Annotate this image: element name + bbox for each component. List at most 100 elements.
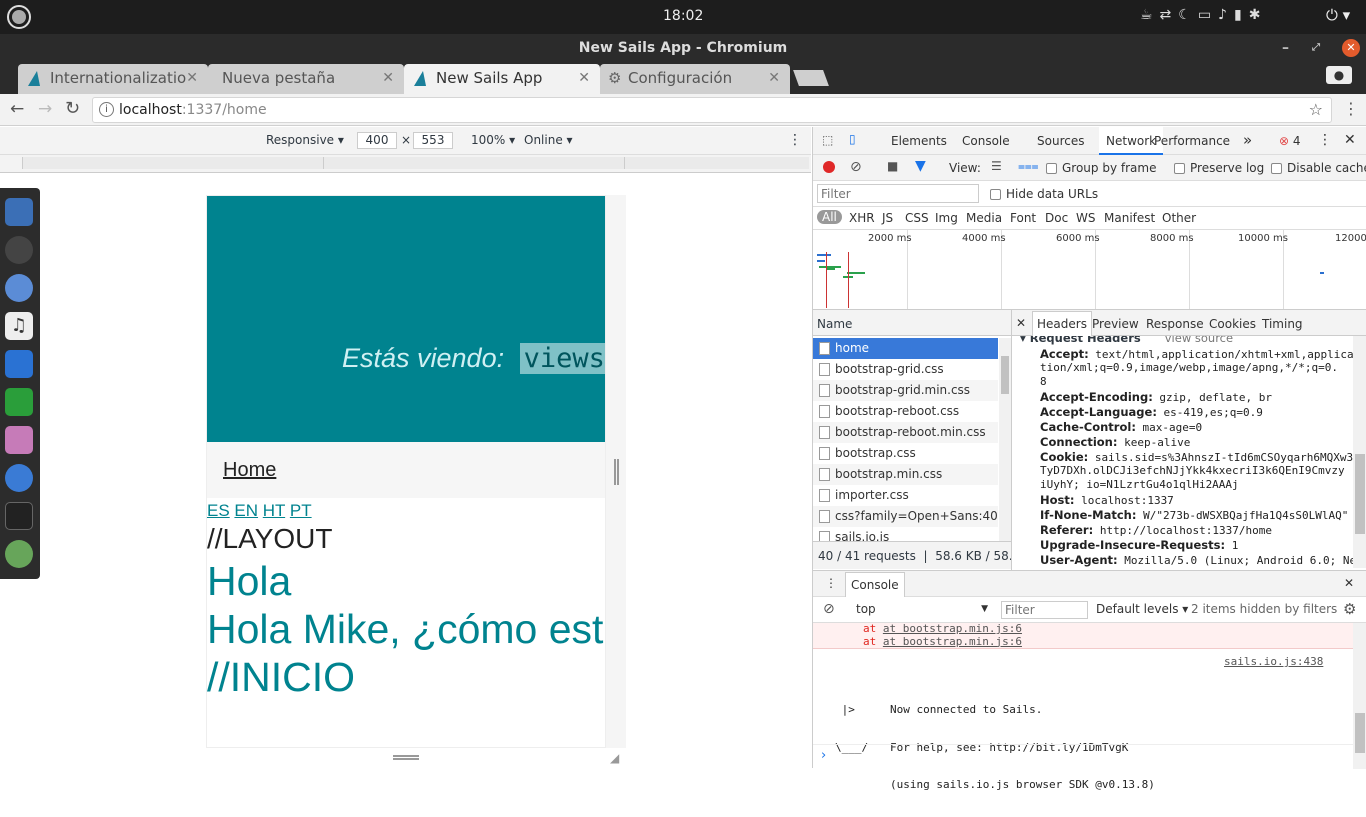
resize-handle-right[interactable]: [614, 459, 619, 485]
device-toggle-icon[interactable]: ▯: [849, 132, 856, 146]
request-row[interactable]: bootstrap-grid.min.css: [813, 380, 998, 401]
tab-timing[interactable]: Timing: [1262, 317, 1303, 331]
tab-console-drawer[interactable]: Console: [845, 572, 905, 597]
close-detail-icon[interactable]: ✕: [1016, 316, 1026, 330]
tab-performance[interactable]: Performance: [1154, 134, 1230, 148]
close-tab-icon[interactable]: ✕: [382, 64, 394, 92]
calc-app-icon[interactable]: [5, 388, 33, 416]
devtools-menu-icon[interactable]: ⋮: [1318, 132, 1332, 148]
tab-configuracion[interactable]: ⚙ Configuración ✕: [600, 64, 790, 94]
type-other[interactable]: Other: [1162, 211, 1196, 225]
drawer-menu-icon[interactable]: ⋮: [825, 576, 837, 590]
minimize-button[interactable]: –: [1282, 34, 1289, 62]
console-filter-input[interactable]: [1001, 601, 1088, 619]
width-input[interactable]: 400: [357, 132, 397, 149]
menu-icon[interactable]: ⋮: [1343, 99, 1359, 118]
type-xhr[interactable]: XHR: [849, 211, 875, 225]
request-row[interactable]: bootstrap-grid.css: [813, 359, 998, 380]
files-app-icon[interactable]: [5, 426, 33, 454]
chromium-app-icon[interactable]: [5, 464, 33, 492]
nav-home-link[interactable]: Home: [223, 459, 276, 482]
writer-app-icon[interactable]: [5, 350, 33, 378]
request-headers-title[interactable]: ▾ Request Headers view source: [1020, 336, 1233, 345]
network-filter-input[interactable]: [817, 184, 979, 203]
waterfall-icon[interactable]: ⩶: [1018, 159, 1039, 174]
media-query-bar[interactable]: [0, 155, 811, 173]
atom-app-icon[interactable]: [5, 540, 33, 568]
tab-new-sails-app[interactable]: New Sails App ✕: [404, 64, 600, 94]
request-row[interactable]: bootstrap-reboot.min.css: [813, 422, 998, 443]
tab-internationalization[interactable]: Internationalizatio ✕: [18, 64, 208, 94]
music-app-icon[interactable]: ♫: [5, 312, 33, 340]
request-row[interactable]: importer.css: [813, 485, 998, 506]
more-options-icon[interactable]: ⋮: [788, 132, 802, 148]
view-source-link[interactable]: view source: [1165, 336, 1233, 345]
resize-handle-corner[interactable]: ◢: [610, 751, 619, 765]
clock[interactable]: 18:02: [663, 8, 703, 24]
console-prompt[interactable]: ›: [813, 744, 1353, 769]
maximize-button[interactable]: ⤢: [1312, 34, 1320, 62]
stack-line[interactable]: at at bootstrap.min.js:6: [863, 635, 1353, 649]
profile-icon[interactable]: ●: [1326, 66, 1352, 84]
disable-cache-checkbox[interactable]: Disable cache: [1271, 161, 1366, 175]
lang-en-link[interactable]: EN: [234, 501, 258, 520]
request-row[interactable]: css?family=Open+Sans:400it...: [813, 506, 998, 527]
hide-data-urls-checkbox[interactable]: Hide data URLs: [990, 187, 1098, 201]
tab-preview[interactable]: Preview: [1092, 317, 1139, 331]
activities-icon[interactable]: [7, 5, 31, 29]
more-tabs-icon[interactable]: »: [1243, 131, 1252, 149]
request-row[interactable]: sails.io.js: [813, 527, 998, 541]
close-tab-icon[interactable]: ✕: [578, 64, 590, 92]
soccer-app-icon[interactable]: [5, 236, 33, 264]
inspect-icon[interactable]: ⬚: [822, 133, 833, 147]
zoom-select[interactable]: 100% ▾: [471, 133, 515, 147]
request-row[interactable]: home: [813, 338, 998, 359]
name-column-header[interactable]: Name: [813, 310, 1011, 336]
type-all[interactable]: All: [817, 210, 842, 224]
tab-nueva-pestana[interactable]: Nueva pestaña ✕: [208, 64, 404, 94]
tab-response[interactable]: Response: [1146, 317, 1204, 331]
close-tab-icon[interactable]: ✕: [186, 64, 198, 92]
forward-icon[interactable]: →: [38, 99, 52, 119]
large-rows-icon[interactable]: ☰: [991, 159, 1002, 173]
close-drawer-icon[interactable]: ✕: [1344, 576, 1354, 590]
filter-icon[interactable]: ▼: [915, 158, 926, 174]
preserve-log-checkbox[interactable]: Preserve log: [1174, 161, 1264, 175]
console-settings-icon[interactable]: ⚙: [1343, 600, 1356, 618]
address-bar[interactable]: i localhost:1337/home ☆: [92, 97, 1332, 123]
throttle-select[interactable]: Online ▾: [524, 133, 573, 147]
type-media[interactable]: Media: [966, 211, 1002, 225]
bookmark-star-icon[interactable]: ☆: [1309, 98, 1323, 122]
apps-icon[interactable]: [5, 274, 33, 302]
type-ws[interactable]: WS: [1076, 211, 1095, 225]
list-scrollbar[interactable]: [999, 338, 1011, 541]
clear-console-icon[interactable]: ⊘: [823, 601, 835, 617]
reload-icon[interactable]: ↻: [65, 98, 80, 119]
screenshot-icon[interactable]: ■: [887, 159, 898, 173]
type-img[interactable]: Img: [935, 211, 958, 225]
tab-elements[interactable]: Elements: [891, 134, 947, 148]
type-js[interactable]: JS: [882, 211, 893, 225]
tray-icons[interactable]: ☕⇄☾▭♪▮✱: [1140, 7, 1267, 23]
lang-ht-link[interactable]: HT: [263, 501, 285, 520]
context-select[interactable]: top ▼: [852, 601, 992, 619]
request-row[interactable]: bootstrap.css: [813, 443, 998, 464]
screenshot-app-icon[interactable]: [5, 198, 33, 226]
group-by-frame-checkbox[interactable]: Group by frame: [1046, 161, 1156, 175]
new-tab-button[interactable]: [793, 70, 829, 86]
lang-pt-link[interactable]: PT: [290, 501, 312, 520]
power-icon[interactable]: ⏻ ▾: [1326, 6, 1350, 24]
record-icon[interactable]: [823, 161, 835, 173]
clear-icon[interactable]: ⊘: [850, 159, 862, 175]
close-devtools-icon[interactable]: ✕: [1344, 132, 1356, 148]
type-css[interactable]: CSS: [905, 211, 929, 225]
back-icon[interactable]: ←: [10, 99, 24, 119]
lang-es-link[interactable]: ES: [207, 501, 230, 520]
terminal-app-icon[interactable]: [5, 502, 33, 530]
device-mode-select[interactable]: Responsive ▾: [266, 133, 344, 147]
tab-headers[interactable]: Headers: [1032, 311, 1092, 336]
console-scrollbar[interactable]: [1353, 623, 1366, 769]
close-tab-icon[interactable]: ✕: [768, 64, 780, 92]
headers-scrollbar[interactable]: [1353, 336, 1366, 568]
error-count[interactable]: ⊗ 4: [1279, 134, 1301, 148]
